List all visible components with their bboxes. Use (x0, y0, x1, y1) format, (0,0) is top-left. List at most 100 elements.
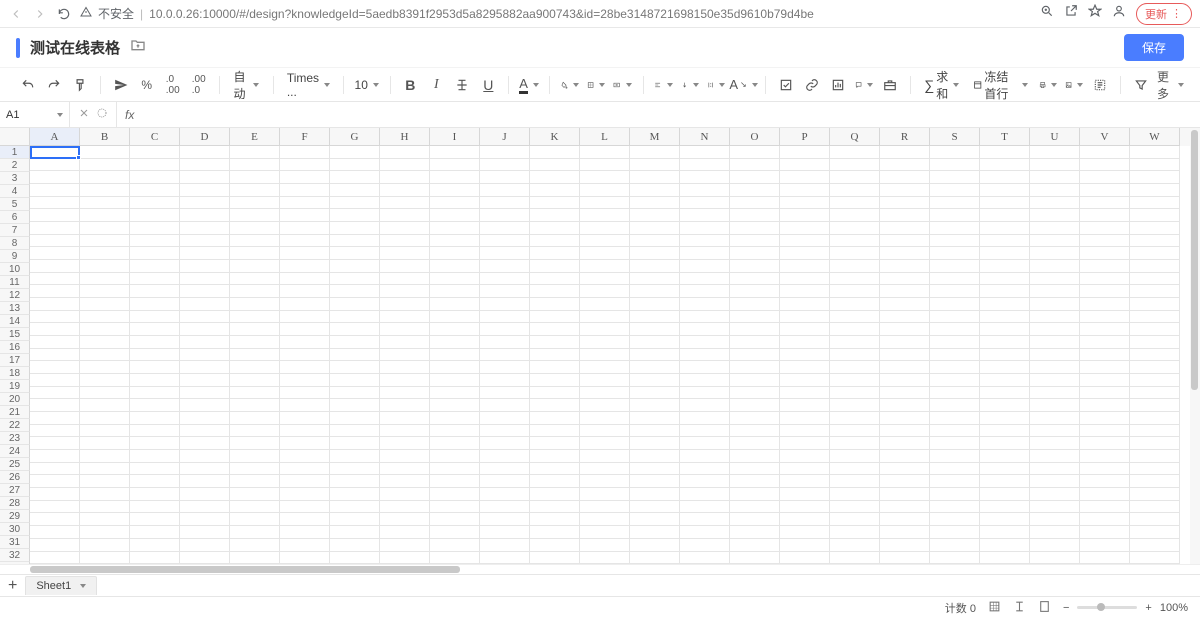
cell[interactable] (30, 222, 80, 235)
cell[interactable] (180, 311, 230, 324)
cell[interactable] (680, 437, 730, 450)
cell[interactable] (930, 311, 980, 324)
cell[interactable] (530, 298, 580, 311)
text-color-button[interactable]: A (517, 73, 541, 97)
cell[interactable] (980, 349, 1030, 362)
cell[interactable] (730, 399, 780, 412)
cell[interactable] (380, 450, 430, 463)
cell[interactable] (580, 184, 630, 197)
cell[interactable] (1130, 374, 1180, 387)
cell[interactable] (930, 475, 980, 488)
cell[interactable] (330, 171, 380, 184)
cell[interactable] (980, 399, 1030, 412)
cell[interactable] (1130, 273, 1180, 286)
cell[interactable] (730, 247, 780, 260)
cell[interactable] (580, 513, 630, 526)
cell[interactable] (330, 222, 380, 235)
cell[interactable] (530, 171, 580, 184)
cell[interactable] (130, 463, 180, 476)
cell[interactable] (1080, 171, 1130, 184)
row-header[interactable]: 28 (0, 497, 30, 510)
horizontal-scrollbar[interactable] (0, 564, 1200, 574)
cell[interactable] (830, 323, 880, 336)
cell[interactable] (80, 475, 130, 488)
cell[interactable] (80, 235, 130, 248)
cell[interactable] (380, 539, 430, 552)
cell[interactable] (630, 323, 680, 336)
add-sheet-button[interactable]: + (8, 577, 17, 595)
cell[interactable] (180, 323, 230, 336)
cell[interactable] (380, 437, 430, 450)
cell[interactable] (730, 146, 780, 159)
cell[interactable] (1130, 463, 1180, 476)
cell[interactable] (230, 399, 280, 412)
cell[interactable] (430, 399, 480, 412)
cell[interactable] (280, 425, 330, 438)
cell[interactable] (280, 475, 330, 488)
cell[interactable] (230, 374, 280, 387)
cell[interactable] (930, 349, 980, 362)
row-header[interactable]: 27 (0, 484, 30, 497)
cell[interactable] (80, 425, 130, 438)
cell[interactable] (780, 437, 830, 450)
cell[interactable] (1030, 374, 1080, 387)
cell[interactable] (580, 552, 630, 565)
cell[interactable] (330, 463, 380, 476)
cell[interactable] (530, 197, 580, 210)
formula-input[interactable] (142, 102, 1200, 127)
cell[interactable] (730, 539, 780, 552)
cell[interactable] (80, 387, 130, 400)
cell[interactable] (80, 171, 130, 184)
cell[interactable] (430, 501, 480, 514)
select-all-corner[interactable] (0, 128, 30, 146)
cell[interactable] (530, 475, 580, 488)
cell[interactable] (630, 235, 680, 248)
cell[interactable] (630, 146, 680, 159)
cell[interactable] (880, 399, 930, 412)
cell[interactable] (30, 197, 80, 210)
cell[interactable] (830, 209, 880, 222)
cell[interactable] (830, 552, 880, 565)
column-header[interactable]: Q (830, 128, 880, 146)
cell[interactable] (30, 209, 80, 222)
cell[interactable] (30, 437, 80, 450)
cell[interactable] (680, 475, 730, 488)
cell[interactable] (780, 197, 830, 210)
cell[interactable] (280, 463, 330, 476)
cell[interactable] (680, 171, 730, 184)
cell[interactable] (780, 463, 830, 476)
cell[interactable] (780, 323, 830, 336)
cell[interactable] (330, 247, 380, 260)
cell[interactable] (1030, 412, 1080, 425)
row-header[interactable]: 1 (0, 146, 30, 159)
cell[interactable] (680, 501, 730, 514)
cell[interactable] (230, 209, 280, 222)
cell[interactable] (1030, 323, 1080, 336)
cell[interactable] (1130, 412, 1180, 425)
cell[interactable] (680, 539, 730, 552)
cell[interactable] (980, 501, 1030, 514)
cell[interactable] (480, 323, 530, 336)
cell[interactable] (180, 539, 230, 552)
folder-icon[interactable] (130, 37, 146, 58)
cell[interactable] (480, 235, 530, 248)
cell[interactable] (980, 437, 1030, 450)
cell[interactable] (30, 488, 80, 501)
cell[interactable] (430, 437, 480, 450)
cell[interactable] (230, 437, 280, 450)
row-header[interactable]: 4 (0, 185, 30, 198)
cell[interactable] (380, 349, 430, 362)
cell[interactable] (430, 336, 480, 349)
cell[interactable] (880, 323, 930, 336)
cell[interactable] (1030, 349, 1080, 362)
cell[interactable] (930, 285, 980, 298)
cell[interactable] (430, 273, 480, 286)
cell[interactable] (880, 273, 930, 286)
cell[interactable] (480, 399, 530, 412)
cell[interactable] (830, 184, 880, 197)
cell[interactable] (530, 387, 580, 400)
cell[interactable] (880, 285, 930, 298)
cell[interactable] (880, 361, 930, 374)
cell[interactable] (580, 539, 630, 552)
cell[interactable] (1030, 146, 1080, 159)
